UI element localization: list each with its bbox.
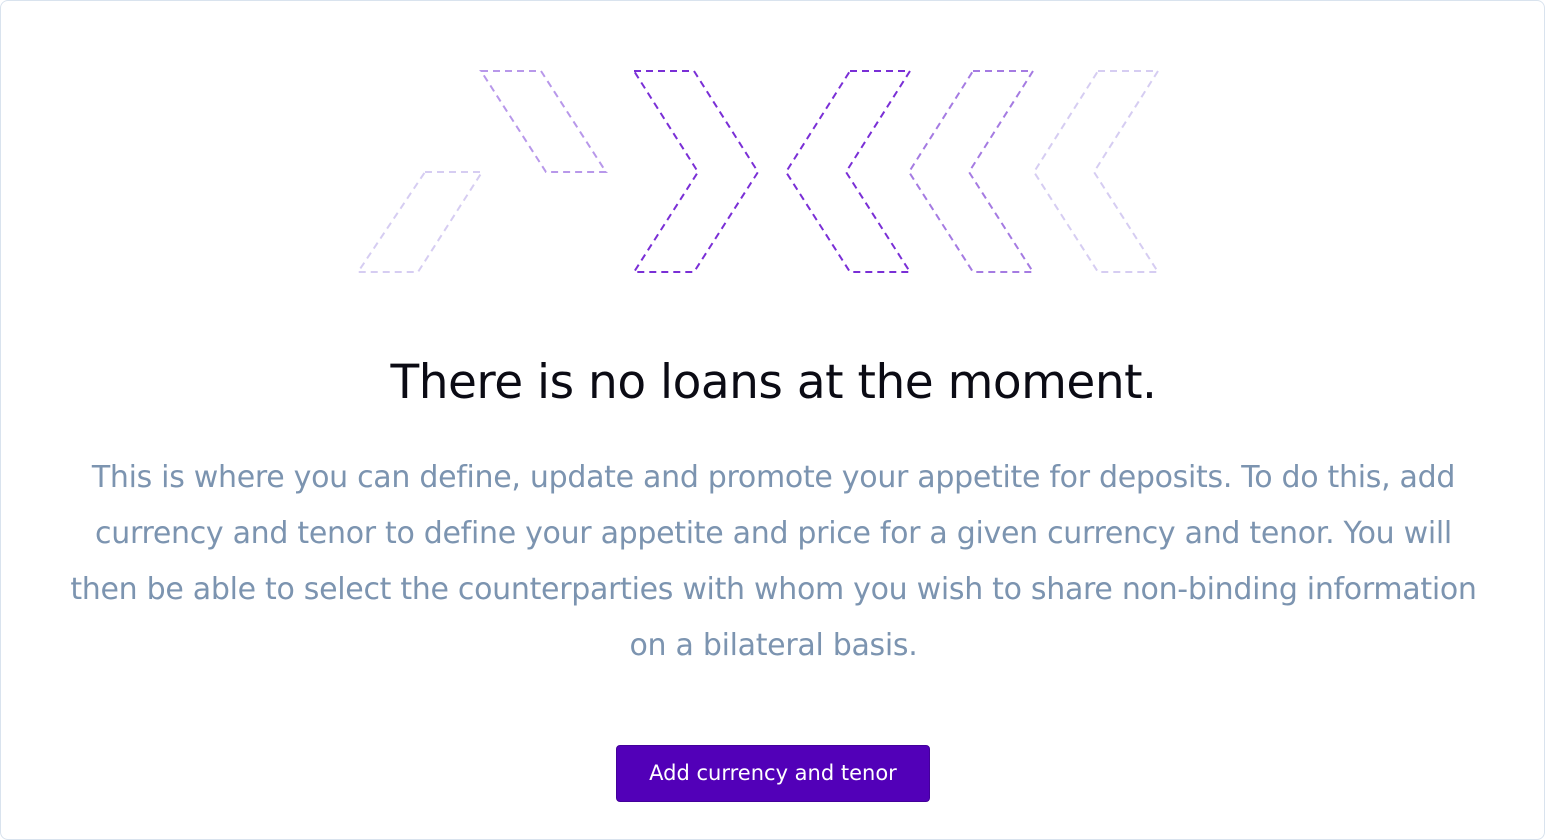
add-currency-and-tenor-button[interactable]: Add currency and tenor — [616, 745, 930, 802]
dashed-chevrons-illustration — [356, 70, 1160, 273]
chevron-left-shape-1 — [784, 70, 912, 273]
chevron-right-shape — [632, 70, 760, 273]
parallelogram-shape-top — [479, 70, 608, 173]
chevron-left-shape-3 — [1032, 70, 1160, 273]
empty-state-description: This is where you can define, update and… — [70, 460, 1477, 663]
empty-state-card: There is no loans at the moment. This is… — [0, 0, 1545, 840]
chevron-left-shape-2 — [907, 70, 1035, 273]
parallelogram-shape-left — [356, 171, 484, 273]
empty-state-title: There is no loans at the moment. — [390, 355, 1158, 410]
